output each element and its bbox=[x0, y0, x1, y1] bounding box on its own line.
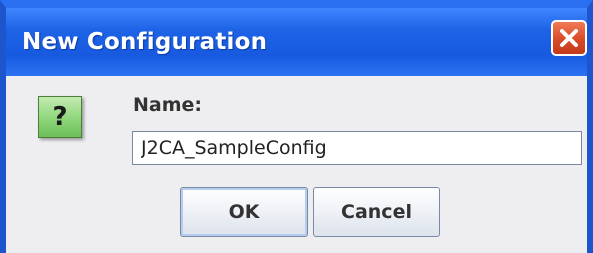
new-configuration-dialog: New Configuration ? Name: OK Cancel bbox=[0, 0, 593, 253]
question-icon: ? bbox=[38, 96, 82, 138]
name-input[interactable] bbox=[132, 131, 582, 165]
close-icon bbox=[560, 29, 578, 47]
close-button[interactable] bbox=[551, 20, 587, 56]
dialog-content: ? Name: OK Cancel bbox=[6, 76, 587, 253]
title-bar[interactable]: New Configuration bbox=[6, 8, 587, 76]
dialog-title: New Configuration bbox=[22, 29, 268, 55]
cancel-button[interactable]: Cancel bbox=[313, 187, 440, 237]
ok-button[interactable]: OK bbox=[180, 187, 308, 237]
name-label: Name: bbox=[133, 94, 203, 116]
